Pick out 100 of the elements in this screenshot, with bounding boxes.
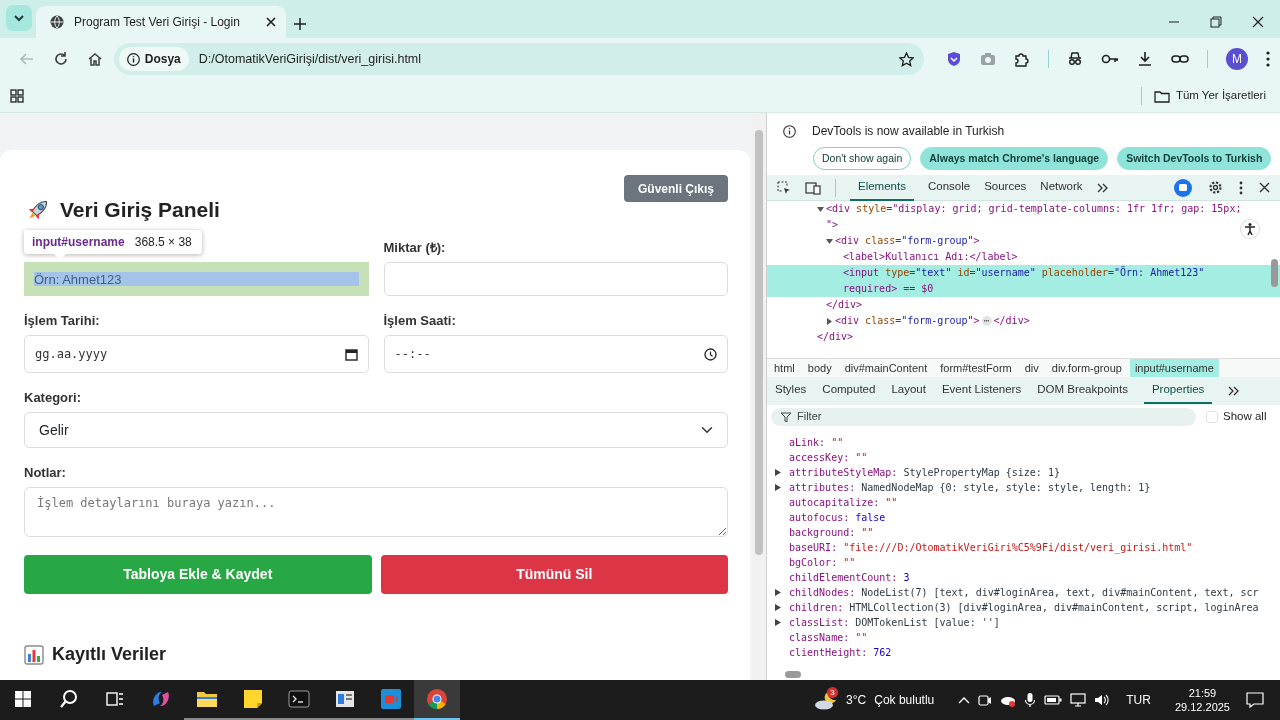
notice-button[interactable]: Don't show again	[813, 147, 912, 170]
camera-tray-icon[interactable]	[978, 693, 993, 707]
bar-chart-icon	[24, 644, 44, 665]
devtools-tab[interactable]: Elements	[850, 174, 914, 201]
windows-icon[interactable]	[15, 691, 31, 707]
devtools-tab[interactable]: Console	[927, 174, 971, 201]
reload-icon[interactable]	[52, 51, 69, 67]
expand-caret-icon[interactable]	[775, 619, 781, 626]
dom-node-text[interactable]: </div>	[826, 297, 863, 313]
breadcrumb-item[interactable]: input#username	[1129, 359, 1219, 377]
taskbar-app[interactable]	[414, 680, 460, 720]
settings-icon[interactable]	[1208, 180, 1223, 195]
expand-caret-icon[interactable]	[817, 206, 824, 213]
delete-all-button[interactable]: Tümünü Sil	[380, 555, 728, 594]
restore-icon[interactable]	[1210, 16, 1222, 28]
language-indicator[interactable]: TUR	[1126, 691, 1151, 709]
chevron-up-icon[interactable]	[958, 696, 971, 704]
breadcrumb-item[interactable]: div#mainContent	[839, 359, 933, 377]
dom-node-text[interactable]: <div class="form-group">	[835, 233, 980, 249]
volume-icon[interactable]	[1094, 693, 1111, 707]
breadcrumb-item[interactable]: div	[1019, 359, 1044, 377]
breadcrumb-item[interactable]: div.form-group	[1046, 359, 1127, 377]
assistant-icon[interactable]	[1174, 178, 1192, 197]
dom-node-text[interactable]: </div>	[817, 329, 854, 345]
apps-grid-icon[interactable]	[10, 89, 24, 103]
dom-node-text[interactable]: <label>Kullanıcı Adı:</label>	[843, 249, 1018, 265]
notes-field[interactable]: İşlem detaylarını buraya yazın...	[24, 487, 728, 537]
property-text: aLink: ""	[789, 436, 844, 450]
field-label: İşlem Saati:	[383, 312, 457, 329]
breadcrumb-item[interactable]: body	[802, 359, 837, 377]
plus-icon[interactable]	[294, 18, 306, 30]
expand-caret-icon[interactable]	[775, 469, 781, 476]
clock-icon[interactable]	[704, 347, 717, 361]
show-all-checkbox[interactable]	[1206, 410, 1218, 423]
panel-tab[interactable]: DOM Breakpoints	[1037, 378, 1128, 404]
dom-node-text[interactable]: <input type="text" id="username" placeholder="Örn: Ahmet123" required> == $0	[767, 265, 1280, 297]
dom-node-text[interactable]: <div class="form-group">	[835, 313, 980, 329]
text-field[interactable]: Örn: Ahmet123	[24, 262, 369, 296]
panel-tab[interactable]: Properties	[1143, 378, 1213, 404]
property-text: autofocus: false	[789, 511, 886, 525]
scrollbar-thumb[interactable]	[785, 671, 801, 678]
expand-caret-icon[interactable]	[775, 484, 781, 491]
device-toolbar-icon[interactable]	[805, 180, 821, 195]
close-icon[interactable]	[1259, 182, 1270, 193]
more-tabs-icon[interactable]	[1228, 386, 1241, 396]
dom-node-text[interactable]: <div style="display: grid; grid-template-columns: 1fr 1fr; gap: 15px; ">	[826, 201, 1242, 233]
time-field[interactable]: --:--	[383, 335, 728, 373]
text-field[interactable]	[383, 262, 728, 296]
shield-icon[interactable]	[946, 51, 962, 67]
dom-node-text[interactable]: </div>	[993, 313, 1030, 329]
notice-button[interactable]: Always match Chrome's language	[920, 147, 1109, 170]
accessibility-icon[interactable]	[1240, 219, 1260, 239]
clock-time[interactable]: 21:59	[1174, 686, 1230, 700]
expand-caret-icon[interactable]	[826, 318, 833, 325]
scrollbar[interactable]	[752, 113, 766, 680]
logout-button[interactable]: Güvenli Çıkış	[623, 175, 728, 202]
expand-caret-icon[interactable]	[775, 604, 781, 611]
devtools-tab[interactable]: Network	[1040, 174, 1083, 201]
battery-icon[interactable]	[1044, 694, 1063, 706]
expand-caret-icon[interactable]	[826, 238, 833, 245]
category-select[interactable]: Gelir	[24, 412, 728, 448]
site-info-button[interactable]: Dosya	[118, 47, 189, 71]
close-icon[interactable]	[1252, 16, 1264, 28]
hat-glasses-icon[interactable]	[1067, 51, 1083, 67]
breadcrumb-item[interactable]: form#testForm	[935, 359, 1017, 377]
terminal-icon	[288, 688, 310, 710]
notice-button[interactable]: Switch DevTools to Turkish	[1117, 147, 1272, 170]
profile-avatar[interactable]: M	[1226, 48, 1248, 70]
panel-tab[interactable]: Event Listeners	[941, 378, 1022, 404]
browser-tab[interactable]: Program Test Veri Girişi - Login	[36, 6, 286, 38]
home-icon[interactable]	[86, 51, 103, 67]
star-icon[interactable]	[899, 51, 914, 67]
notification-icon[interactable]	[1246, 692, 1264, 708]
breadcrumb-item[interactable]: html	[769, 359, 800, 377]
microphone-icon[interactable]	[1024, 692, 1037, 708]
date-field[interactable]: gg.aa.yyyy	[24, 335, 369, 373]
filter-field[interactable]: Filter	[771, 407, 1196, 426]
close-icon[interactable]	[266, 17, 276, 27]
download-icon[interactable]	[1137, 51, 1153, 67]
scrollbar-thumb[interactable]	[1271, 259, 1278, 287]
network-icon[interactable]	[1070, 693, 1087, 707]
scrollbar-thumb[interactable]	[755, 130, 763, 555]
all-bookmarks-button[interactable]: Tüm Yer İşaretleri	[1149, 87, 1270, 105]
more-tabs-icon[interactable]	[1096, 182, 1109, 193]
address-bar[interactable]: Dosya D:/OtomatikVeriGirişi/dist/veri_girisi.html	[113, 43, 924, 75]
task-view-icon[interactable]	[106, 691, 124, 707]
panel-tab[interactable]: Styles	[775, 378, 807, 404]
panel-tab[interactable]: Layout	[891, 378, 926, 404]
search-icon[interactable]	[59, 689, 79, 709]
panel-tab[interactable]: Computed	[822, 378, 876, 404]
collapsed-badge[interactable]: ⋯	[981, 316, 992, 326]
puzzle-icon[interactable]	[1014, 51, 1030, 67]
inspect-icon[interactable]	[777, 180, 791, 195]
clock-date[interactable]: 29.12.2025	[1174, 700, 1230, 714]
expand-caret-icon[interactable]	[775, 589, 781, 596]
more-icon[interactable]	[1239, 180, 1243, 195]
calendar-icon[interactable]	[344, 347, 358, 361]
menu-icon[interactable]	[1266, 51, 1270, 67]
devtools-tab[interactable]: Sources	[984, 174, 1027, 201]
tab-list-button[interactable]	[6, 5, 32, 31]
